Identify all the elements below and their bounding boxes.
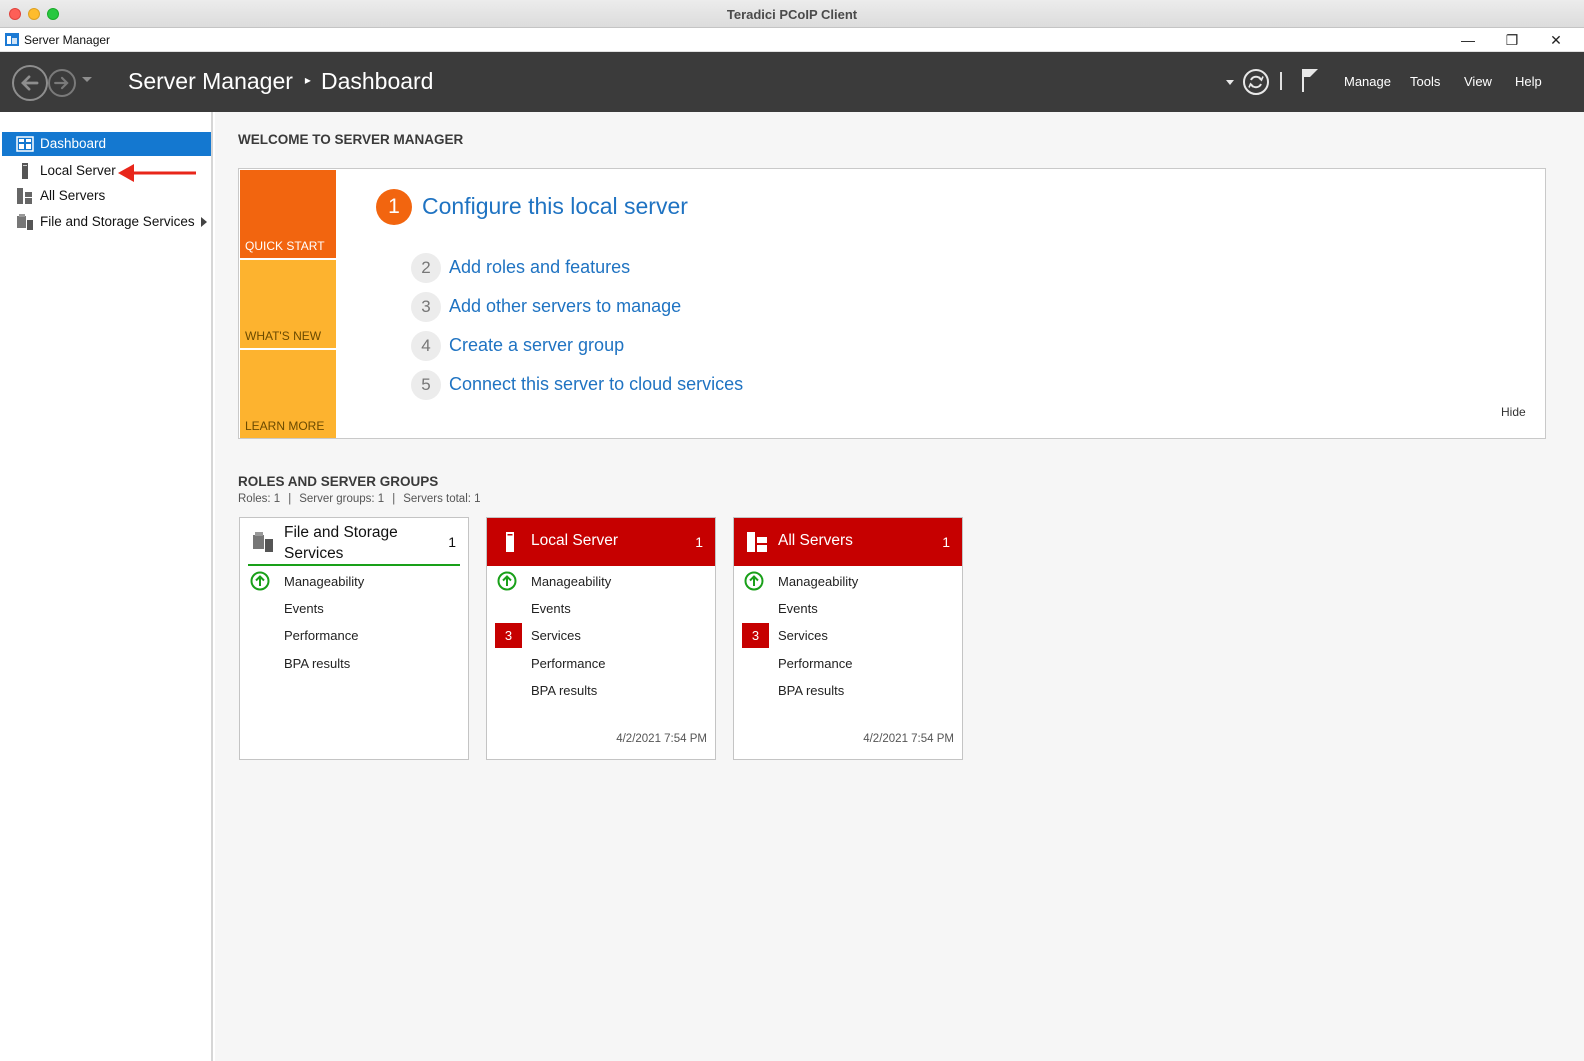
card-row-performance[interactable]: Performance	[531, 656, 605, 671]
history-dropdown-icon[interactable]	[82, 77, 92, 82]
tile-learn-more[interactable]: LEARN MORE	[240, 350, 336, 438]
main-content: WELCOME TO SERVER MANAGER QUICK START WH…	[215, 112, 1584, 1061]
close-button[interactable]: ✕	[1534, 29, 1578, 51]
notifications-flag-icon[interactable]	[1300, 67, 1320, 93]
status-up-icon	[497, 571, 517, 591]
step-number-badge: 2	[411, 253, 441, 283]
card-title: File and Storage Services	[284, 524, 398, 562]
breadcrumb: Server Manager ▸ Dashboard	[128, 68, 433, 95]
sidebar-item-label: All Servers	[40, 188, 106, 203]
menu-help[interactable]: Help	[1515, 74, 1542, 89]
connect-cloud-link[interactable]: Connect this server to cloud services	[449, 374, 743, 395]
minimize-button[interactable]: —	[1446, 29, 1490, 51]
card-timestamp: 4/2/2021 7:54 PM	[863, 733, 954, 745]
role-card-local-server[interactable]: Local Server 1 Manageability Events 3 Se…	[486, 517, 716, 760]
card-header[interactable]: File and Storage Services 1	[240, 518, 468, 566]
breadcrumb-root[interactable]: Server Manager	[128, 68, 293, 94]
menu-manage[interactable]: Manage	[1344, 74, 1391, 89]
dashboard-icon	[16, 136, 34, 152]
welcome-heading: WELCOME TO SERVER MANAGER	[238, 132, 464, 147]
roles-summary: Roles: 1 | Server groups: 1 | Servers total:…	[238, 493, 481, 505]
server-icon	[506, 532, 514, 552]
card-count: 1	[942, 534, 950, 550]
sidebar-item-label: Local Server	[40, 163, 116, 178]
add-servers-link[interactable]: Add other servers to manage	[449, 296, 681, 317]
arrow-left-icon	[21, 75, 39, 91]
step-number-badge: 1	[376, 189, 412, 225]
file-storage-icon	[17, 214, 33, 230]
file-storage-icon	[253, 532, 273, 552]
sidebar: Dashboard Local Server All Servers File …	[0, 112, 213, 1061]
card-row-events[interactable]: Events	[778, 601, 818, 616]
card-timestamp: 4/2/2021 7:54 PM	[616, 733, 707, 745]
role-card-all-servers[interactable]: All Servers 1 Manageability Events 3 Ser…	[733, 517, 963, 760]
sidebar-item-label: Dashboard	[40, 136, 107, 151]
roles-heading: ROLES AND SERVER GROUPS	[238, 474, 439, 489]
header-separator	[1280, 72, 1282, 90]
card-row-performance[interactable]: Performance	[284, 628, 358, 643]
sidebar-item-dashboard[interactable]: Dashboard	[2, 132, 211, 156]
card-row-manageability[interactable]: Manageability	[284, 574, 364, 589]
sidebar-item-all-servers[interactable]: All Servers	[2, 184, 211, 208]
card-header[interactable]: All Servers 1	[734, 518, 962, 566]
menu-tools[interactable]: Tools	[1410, 74, 1440, 89]
card-row-services[interactable]: Services	[531, 628, 581, 643]
maximize-button[interactable]: ❐	[1490, 29, 1534, 51]
card-count: 1	[448, 534, 456, 550]
servers-icon	[747, 532, 767, 552]
add-roles-link[interactable]: Add roles and features	[449, 257, 630, 278]
status-ok-bar	[248, 564, 460, 566]
mac-title-bar: Teradici PCoIP Client	[0, 0, 1584, 28]
server-icon	[22, 163, 28, 179]
annotation-red-arrow-icon	[118, 164, 196, 182]
step-number-badge: 4	[411, 331, 441, 361]
card-count: 1	[695, 534, 703, 550]
step-number-badge: 5	[411, 370, 441, 400]
card-row-manageability[interactable]: Manageability	[531, 574, 611, 589]
tile-whats-new[interactable]: WHAT'S NEW	[240, 260, 336, 348]
card-title: All Servers	[778, 532, 853, 549]
back-button[interactable]	[12, 65, 48, 101]
create-server-group-link[interactable]: Create a server group	[449, 335, 624, 356]
forward-button[interactable]	[48, 69, 76, 97]
configure-local-server-link[interactable]: Configure this local server	[422, 193, 688, 220]
tile-quick-start[interactable]: QUICK START	[240, 170, 336, 258]
breadcrumb-separator-icon: ▸	[304, 73, 311, 87]
servers-icon	[17, 188, 32, 204]
card-row-events[interactable]: Events	[531, 601, 571, 616]
refresh-icon[interactable]	[1242, 68, 1270, 96]
mac-window-title: Teradici PCoIP Client	[726, 7, 858, 22]
card-header[interactable]: Local Server 1	[487, 518, 715, 566]
card-row-bpa[interactable]: BPA results	[284, 656, 350, 671]
card-row-bpa[interactable]: BPA results	[531, 683, 597, 698]
arrow-right-icon	[54, 76, 69, 90]
welcome-panel: QUICK START WHAT'S NEW LEARN MORE 1 Conf…	[238, 168, 1546, 439]
window-title: Server Manager	[24, 33, 111, 47]
menu-view[interactable]: View	[1464, 74, 1492, 89]
app-header: Server Manager ▸ Dashboard Manage Tools Vi…	[0, 52, 1584, 112]
sidebar-item-file-storage[interactable]: File and Storage Services	[2, 210, 211, 234]
services-alert-badge: 3	[742, 623, 769, 648]
hide-link[interactable]: Hide	[1501, 405, 1526, 419]
step-number-badge: 3	[411, 292, 441, 322]
sidebar-item-label: File and Storage Services	[40, 214, 195, 229]
card-title: Local Server	[531, 532, 619, 549]
window-title-bar: Server Manager — ❐ ✕	[0, 28, 1584, 52]
header-dropdown-icon[interactable]	[1226, 80, 1234, 85]
server-manager-app-icon	[5, 33, 19, 46]
card-row-bpa[interactable]: BPA results	[778, 683, 844, 698]
card-row-performance[interactable]: Performance	[778, 656, 852, 671]
status-up-icon	[744, 571, 764, 591]
breadcrumb-current: Dashboard	[320, 68, 434, 94]
card-row-manageability[interactable]: Manageability	[778, 574, 858, 589]
status-up-icon	[250, 571, 270, 591]
chevron-right-icon[interactable]	[201, 217, 207, 227]
role-card-file-storage[interactable]: File and Storage Services 1 Manageabilit…	[239, 517, 469, 760]
card-row-events[interactable]: Events	[284, 601, 324, 616]
services-alert-badge: 3	[495, 623, 522, 648]
card-row-services[interactable]: Services	[778, 628, 828, 643]
